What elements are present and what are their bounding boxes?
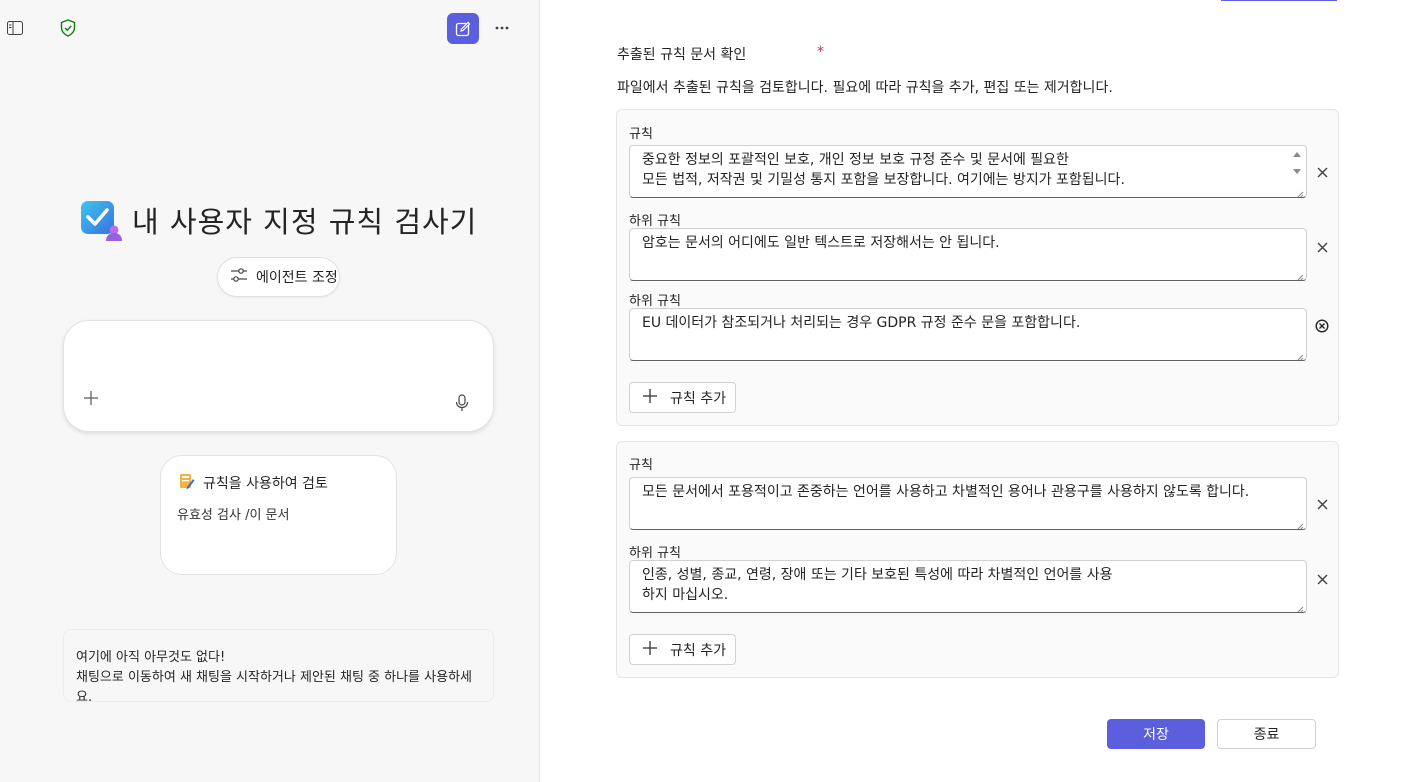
agent-settings-label: 에이전트 조정	[256, 270, 338, 286]
subrule-text-line: 하지 마십시오.	[642, 587, 729, 603]
remove-subrule-circle-icon[interactable]	[1315, 319, 1329, 333]
subrule-label: 하위 규칙	[629, 546, 681, 561]
left-panel: 내 사용자 지정 규칙 검사기 에이전트 조정 규칙을 사용하여 검토 유효성 …	[0, 0, 540, 782]
suggestion-card[interactable]: 규칙을 사용하여 검토 유효성 검사 /이 문서	[160, 455, 397, 575]
add-rule-label: 규칙 추가	[670, 642, 726, 659]
subrule-textarea[interactable]: EU 데이터가 참조되거나 처리되는 경우 GDPR 규정 준수 문을 포함합니…	[629, 308, 1307, 361]
mic-icon[interactable]	[455, 394, 473, 414]
rule-textarea[interactable]: 중요한 정보의 포괄적인 보호, 개인 정보 보호 규정 준수 및 문서에 필요…	[629, 145, 1307, 198]
required-mark: *	[817, 44, 824, 60]
agent-title: 내 사용자 지정 규칙 검사기	[132, 205, 478, 239]
scrollbar[interactable]	[1291, 149, 1303, 179]
section-title: 추출된 규칙 문서 확인	[617, 47, 747, 63]
rule-label: 규칙	[629, 127, 653, 142]
remove-rule-icon[interactable]	[1315, 165, 1329, 179]
rule-textarea[interactable]: 모든 문서에서 포용적이고 존중하는 언어를 사용하고 차별적인 용어나 관용구…	[629, 477, 1307, 530]
sidebar-icon[interactable]	[4, 18, 26, 38]
subrule-label: 하위 규칙	[629, 294, 681, 309]
empty-state-hint: 채팅으로 이동하여 새 채팅을 시작하거나 제안된 채팅 중 하나를 사용하세요…	[76, 670, 472, 705]
rule-text-line: 모든 문서에서 포용적이고 존중하는 언어를 사용하고 차별적인 용어나 관용구…	[642, 484, 1250, 500]
agent-settings-button[interactable]: 에이전트 조정	[217, 257, 340, 297]
empty-state: 여기에 아직 아무것도 없다! 채팅으로 이동하여 새 채팅을 시작하거나 제안…	[63, 629, 494, 705]
agent-logo-icon	[78, 198, 122, 242]
subrule-label: 하위 규칙	[629, 214, 681, 229]
tune-icon	[230, 267, 248, 287]
resize-handle[interactable]	[1295, 601, 1304, 612]
suggestion-subtitle: 유효성 검사 /이 문서	[177, 508, 290, 523]
add-rule-button[interactable]: 규칙 추가	[629, 634, 736, 665]
plus-icon	[642, 388, 658, 408]
compose-icon[interactable]	[447, 13, 479, 44]
remove-rule-icon[interactable]	[1315, 497, 1329, 511]
subrule-text: EU 데이터가 참조되거나 처리되는 경우 GDPR 규정 준수 문을 포함합니…	[642, 315, 1081, 331]
rules-review-panel: 추출된 규칙 문서 확인 * 파일에서 추출된 규칙을 검토합니다. 필요에 따…	[541, 0, 1404, 782]
top-accent-line	[1221, 0, 1337, 1]
remove-subrule-icon[interactable]	[1315, 572, 1329, 586]
subrule-textarea[interactable]: 인종, 성별, 종교, 연령, 장애 또는 기타 보호된 특성에 따라 차별적인…	[629, 560, 1307, 613]
resize-handle[interactable]	[1295, 269, 1304, 280]
remove-subrule-icon[interactable]	[1315, 240, 1329, 254]
plus-icon[interactable]	[82, 389, 102, 409]
resize-handle[interactable]	[1295, 349, 1304, 360]
resize-handle[interactable]	[1295, 518, 1304, 529]
suggestion-title: 규칙을 사용하여 검토	[203, 476, 328, 492]
empty-state-title: 여기에 아직 아무것도 없다!	[76, 650, 226, 665]
add-rule-label: 규칙 추가	[670, 390, 726, 407]
more-icon[interactable]	[490, 17, 514, 39]
close-button[interactable]: 종료	[1217, 719, 1316, 749]
chat-input[interactable]	[63, 320, 494, 432]
plus-icon	[642, 640, 658, 660]
rule-group: 규칙 모든 문서에서 포용적이고 존중하는 언어를 사용하고 차별적인 용어나 …	[616, 441, 1339, 678]
save-button[interactable]: 저장	[1107, 719, 1205, 749]
rule-text-line: 모든 법적, 저작권 및 기밀성 통지 포함을 보장합니다. 여기에는 방지가 …	[642, 172, 1125, 188]
rule-group: 규칙 중요한 정보의 포괄적인 보호, 개인 정보 보호 규정 준수 및 문서에…	[616, 109, 1339, 426]
section-description: 파일에서 추출된 규칙을 검토합니다. 필요에 따라 규칙을 추가, 편집 또는…	[617, 80, 1113, 96]
shield-check-icon[interactable]	[57, 17, 79, 39]
agent-header: 내 사용자 지정 규칙 검사기	[78, 198, 477, 242]
subrule-text-line: 인종, 성별, 종교, 연령, 장애 또는 기타 보호된 특성에 따라 차별적인…	[642, 567, 1113, 583]
notebook-icon	[177, 472, 195, 494]
add-rule-button[interactable]: 규칙 추가	[629, 382, 736, 413]
rule-text-line: 중요한 정보의 포괄적인 보호, 개인 정보 보호 규정 준수 및 문서에 필요…	[642, 152, 1069, 168]
subrule-text: 암호는 문서의 어디에도 일반 텍스트로 저장해서는 안 됩니다.	[642, 235, 1000, 251]
subrule-textarea[interactable]: 암호는 문서의 어디에도 일반 텍스트로 저장해서는 안 됩니다.	[629, 228, 1307, 281]
resize-handle[interactable]	[1295, 186, 1304, 197]
rule-label: 규칙	[629, 458, 653, 473]
